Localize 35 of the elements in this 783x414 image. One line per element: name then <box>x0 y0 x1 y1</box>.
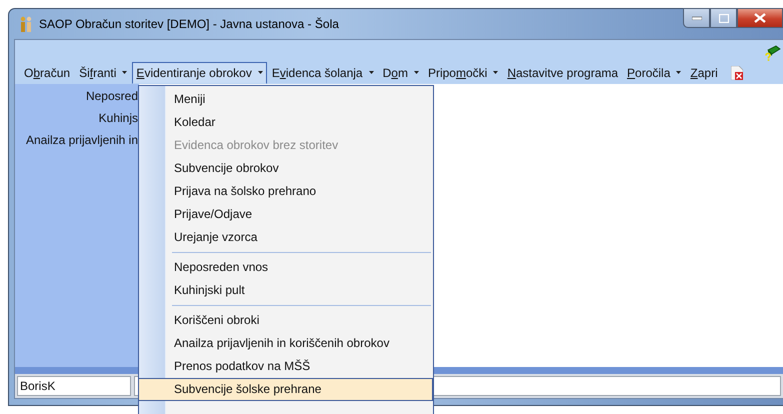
menu-item[interactable]: Evidenca šolanja <box>268 62 378 84</box>
people-icon <box>19 16 33 32</box>
maximize-button[interactable] <box>710 8 737 28</box>
menu-item[interactable]: Urejanje vzorca <box>139 226 433 249</box>
window-title: SAOP Obračun storitev [DEMO] - Javna ustanova - Šola <box>39 17 339 31</box>
menu-item[interactable]: Anailza prijavljenih in koriščenih obrokov <box>139 332 433 355</box>
menu-item[interactable]: Pripomočki <box>424 62 502 84</box>
menu-item[interactable]: Dom <box>378 62 423 84</box>
menu-item[interactable]: Kuhinjski pult <box>139 279 433 302</box>
menu-item[interactable]: Evidentiranje obrokov <box>132 62 267 84</box>
menu-item[interactable]: Prijava na šolsko prehrano <box>139 180 433 203</box>
maximize-icon <box>718 14 728 22</box>
menu-item[interactable]: Prenos podatkov na MŠŠ <box>139 355 433 378</box>
menu-item[interactable]: Subvencije šolske prehrane <box>139 378 433 401</box>
menu-item[interactable]: Obračun <box>20 62 74 84</box>
close-icon <box>754 13 766 23</box>
minimize-button[interactable] <box>683 8 710 28</box>
menu-item[interactable]: Meniji <box>139 88 433 111</box>
field-label: Kuhinjs <box>98 110 139 127</box>
menu-item[interactable]: Subvencije obrokov <box>139 157 433 180</box>
menu-item[interactable]: Neposreden vnos <box>139 256 433 279</box>
menu-item[interactable]: Nastavitve programa <box>503 62 622 84</box>
menu-item[interactable]: Prijave/Odjave <box>139 203 433 226</box>
field-label: Neposred <box>86 88 139 105</box>
field-label: Anailza prijavljenih in <box>26 132 139 149</box>
menu-item[interactable]: Koledar <box>139 111 433 134</box>
close-document-icon[interactable] <box>730 66 743 80</box>
minimize-icon <box>692 16 702 20</box>
menu-item[interactable]: Koriščeni obroki <box>139 309 433 332</box>
menu-item[interactable]: Zapri <box>686 62 722 84</box>
user-field: BorisK <box>17 376 131 396</box>
help-book-icon[interactable] <box>765 45 781 61</box>
close-button[interactable] <box>737 8 783 28</box>
menu-item[interactable]: Šifranti <box>75 62 132 84</box>
menu-item[interactable]: Poročila <box>623 62 686 84</box>
